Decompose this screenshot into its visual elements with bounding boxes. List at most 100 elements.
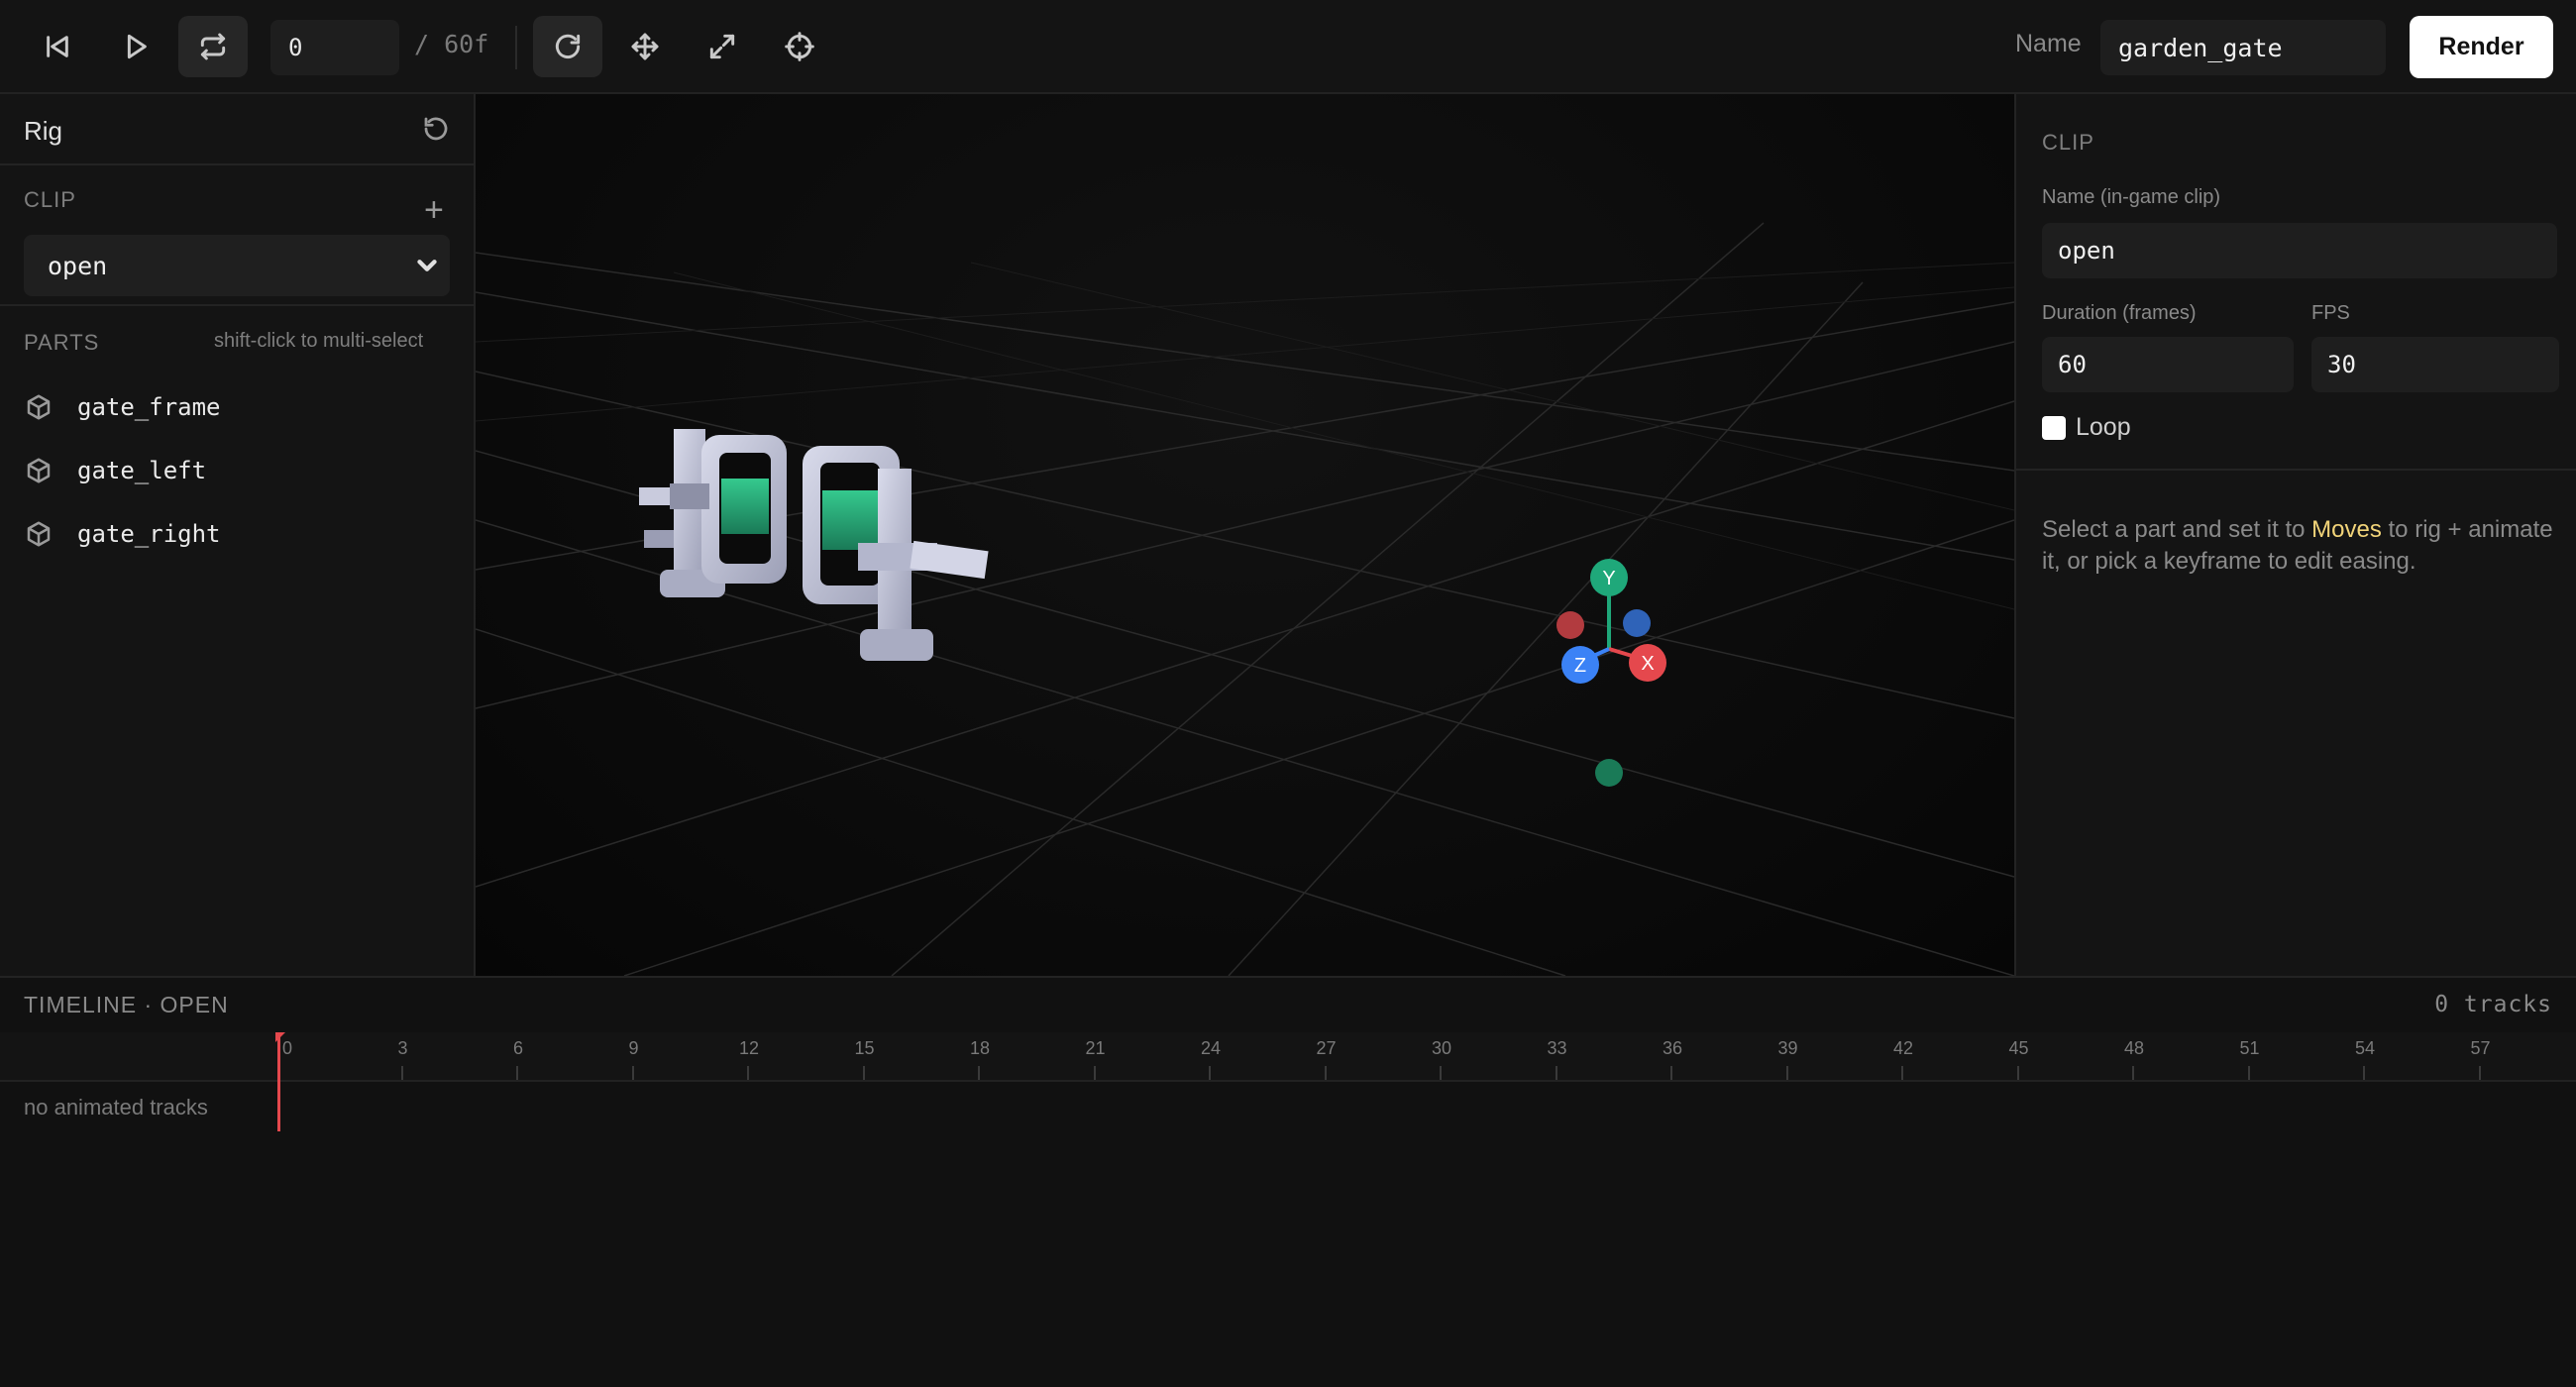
tick-label: 3 <box>397 1038 408 1058</box>
cube-icon <box>27 394 51 420</box>
tick-mark <box>516 1066 518 1080</box>
render-button[interactable]: Render <box>2410 16 2553 78</box>
part-name: gate_left <box>77 457 207 484</box>
fps-input[interactable]: 30 <box>2311 337 2559 392</box>
move-icon <box>631 33 659 60</box>
cube-icon <box>27 458 51 483</box>
add-clip-button[interactable]: + <box>424 193 444 227</box>
clip-section: CLIP + open <box>0 165 474 306</box>
moves-highlight: Moves <box>2311 516 2382 543</box>
toolbar-divider <box>515 26 517 69</box>
tick-mark <box>400 1066 403 1080</box>
loop-checkbox[interactable] <box>2042 416 2066 440</box>
tick-mark <box>1901 1066 1903 1080</box>
tick-label: 12 <box>738 1038 760 1058</box>
skip-back-button[interactable] <box>23 16 92 77</box>
track-count: 0 tracks <box>2434 992 2552 1017</box>
part-item-gate-right[interactable]: gate_right <box>24 508 450 560</box>
tick-label: 51 <box>2239 1038 2260 1058</box>
tick-label: 27 <box>1316 1038 1337 1058</box>
tick-mark <box>2363 1066 2365 1080</box>
clip-properties-panel: CLIP Name (in-game clip) open Duration (… <box>2014 94 2576 976</box>
tick-label: 57 <box>2470 1038 2491 1058</box>
duration-input[interactable]: 60 <box>2042 337 2294 392</box>
clip-section-label: CLIP <box>2042 130 2094 155</box>
tick-label: 9 <box>628 1038 639 1058</box>
tick-label: 18 <box>969 1038 991 1058</box>
fps-label: FPS <box>2311 302 2350 324</box>
reset-button[interactable] <box>421 114 451 144</box>
tick-mark <box>1555 1066 1557 1080</box>
playhead-handle[interactable] <box>275 1032 285 1042</box>
tick-mark <box>631 1066 634 1080</box>
play-icon <box>127 34 147 59</box>
empty-tracks-message: no animated tracks <box>24 1095 208 1120</box>
help-text: Select a part and set it to Moves to rig… <box>2042 514 2567 578</box>
skip-back-icon <box>47 36 68 57</box>
reset-icon <box>424 117 448 141</box>
clip-name-input[interactable]: open <box>2042 223 2557 278</box>
tick-mark <box>2247 1066 2250 1080</box>
tick-mark <box>747 1066 749 1080</box>
toolbar: 0 / 60f Name garden_gate Render <box>0 0 2576 94</box>
clip-select[interactable]: open <box>24 235 450 296</box>
z-axis-label: Z <box>1574 655 1586 677</box>
3d-viewport[interactable]: Y X Z <box>476 94 2014 976</box>
tick-label: 45 <box>2008 1038 2029 1058</box>
part-item-gate-frame[interactable]: gate_frame <box>24 381 450 433</box>
tick-label: 54 <box>2354 1038 2376 1058</box>
part-item-gate-left[interactable]: gate_left <box>24 445 450 496</box>
help-text-before: Select a part and set it to <box>2042 516 2312 543</box>
frame-total: / 60f <box>414 30 489 58</box>
target-icon <box>785 32 814 61</box>
x-axis-label: X <box>1641 653 1654 675</box>
rotate-icon <box>555 34 581 58</box>
tick-mark <box>2132 1066 2134 1080</box>
neg-y-handle[interactable] <box>1595 759 1623 787</box>
tick-mark <box>1324 1066 1327 1080</box>
loop-toggle-button[interactable] <box>178 16 248 77</box>
rotate-tool-button[interactable] <box>533 16 602 77</box>
parts-label: PARTS <box>24 330 100 355</box>
tick-mark <box>862 1066 865 1080</box>
neg-x-handle[interactable] <box>1556 611 1584 639</box>
chevron-down-icon <box>412 251 442 280</box>
tick-label: 39 <box>1777 1038 1798 1058</box>
play-button[interactable] <box>101 16 170 77</box>
move-tool-button[interactable] <box>610 16 680 77</box>
tick-label: 42 <box>1892 1038 1914 1058</box>
name-input[interactable]: garden_gate <box>2100 20 2386 75</box>
tick-label: 30 <box>1431 1038 1452 1058</box>
tick-mark <box>1440 1066 1442 1080</box>
tick-label: 15 <box>854 1038 875 1058</box>
playhead[interactable] <box>277 1032 280 1131</box>
neg-z-handle[interactable] <box>1623 609 1651 637</box>
y-axis-label: Y <box>1602 568 1615 589</box>
tick-label: 33 <box>1547 1038 1567 1058</box>
tick-label: 24 <box>1200 1038 1222 1058</box>
part-name: gate_frame <box>77 393 221 421</box>
tick-label: 6 <box>512 1038 524 1058</box>
garden-gate-model[interactable] <box>639 429 989 661</box>
rig-panel: Rig CLIP + open PARTS shift-click to mul… <box>0 94 476 976</box>
parts-hint: shift-click to multi-select <box>214 330 424 352</box>
frame-input[interactable]: 0 <box>270 20 399 75</box>
tick-mark <box>1209 1066 1211 1080</box>
cube-icon <box>27 521 51 547</box>
duration-label: Duration (frames) <box>2042 302 2197 324</box>
scale-tool-button[interactable] <box>688 16 757 77</box>
tick-mark <box>2016 1066 2019 1080</box>
tick-mark <box>1093 1066 1096 1080</box>
target-tool-button[interactable] <box>765 16 834 77</box>
loop-label: Loop <box>2076 413 2131 441</box>
plus-icon: + <box>424 191 444 229</box>
timeline: TIMELINE · OPEN 0 tracks 0 3 6 9 12 15 18 21 24 2… <box>0 976 2576 1387</box>
tick-mark <box>1670 1066 1672 1080</box>
tick-label: 21 <box>1085 1038 1106 1058</box>
name-label: Name <box>2015 30 2082 57</box>
timeline-ruler[interactable]: 0 3 6 9 12 15 18 21 24 27 30 33 36 39 42 45 48 51 54 57 <box>0 1032 2576 1082</box>
rig-title: Rig <box>24 116 63 146</box>
panel-divider <box>2016 469 2576 471</box>
tick-label: 36 <box>1662 1038 1683 1058</box>
axis-gizmo[interactable]: Y X Z <box>1556 559 1666 787</box>
